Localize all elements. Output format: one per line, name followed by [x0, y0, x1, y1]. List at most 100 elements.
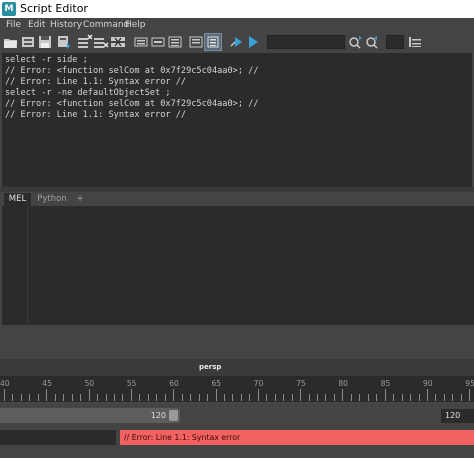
frame-tick-label: 55	[126, 379, 137, 388]
frame-tick	[223, 394, 225, 401]
command-input[interactable]	[0, 430, 116, 445]
playback-end-field[interactable]: 120	[441, 409, 474, 423]
script-input[interactable]	[2, 206, 474, 325]
frame-tick	[20, 394, 22, 401]
range-bar: 120 120	[0, 403, 474, 428]
frame-tick	[207, 394, 209, 401]
frame-tick	[418, 394, 420, 401]
title-bar: M Script Editor	[0, 0, 474, 18]
frame-tick-label: 80	[338, 379, 348, 388]
frame-tick	[300, 389, 302, 401]
frame-tick	[12, 394, 14, 401]
frame-tick	[291, 394, 293, 401]
clear-input-icon[interactable]	[93, 34, 109, 50]
frame-tick	[156, 394, 158, 401]
frame-tick-label: 40	[0, 379, 10, 388]
frame-tick	[317, 394, 319, 401]
font-size-field[interactable]	[386, 35, 404, 49]
history-output-icon[interactable]	[188, 34, 204, 50]
frame-tick	[393, 394, 395, 401]
help-line	[0, 446, 474, 458]
execute-selected-icon[interactable]	[228, 34, 244, 50]
frame-tick	[130, 389, 132, 401]
tab-bar: MEL Python +	[0, 192, 474, 206]
time-slider[interactable]: 40 45 50 55 60 65 70 75 80 85 90 95	[0, 377, 474, 402]
frame-tick-label: 65	[211, 379, 222, 388]
frame-tick	[359, 394, 361, 401]
toolbar	[0, 32, 474, 52]
frame-tick	[367, 394, 369, 401]
tab-python[interactable]: Python	[33, 193, 71, 206]
source-script-icon[interactable]	[20, 34, 36, 50]
frame-tick	[181, 394, 183, 401]
show-stack-trace-icon[interactable]	[167, 34, 183, 50]
frame-tick	[283, 394, 285, 401]
frame-tick	[443, 394, 445, 401]
frame-tick	[427, 389, 428, 401]
frame-tick	[249, 394, 251, 401]
panel-gap	[0, 325, 474, 359]
frame-tick	[257, 389, 259, 401]
frame-tick	[240, 394, 242, 401]
save-script-to-shelf-icon[interactable]	[55, 34, 71, 50]
window-title: Script Editor	[20, 2, 88, 15]
frame-tick	[342, 389, 344, 401]
history-output-icon-active[interactable]	[204, 33, 222, 51]
frame-tick-label: 85	[380, 379, 391, 388]
frame-tick	[384, 389, 386, 401]
echo-all-commands-icon[interactable]	[133, 34, 149, 50]
frame-tick	[350, 394, 352, 401]
show-quick-help-icon[interactable]	[407, 34, 423, 50]
frame-tick	[215, 389, 217, 401]
frame-tick-label: 75	[296, 379, 306, 388]
frame-tick	[105, 394, 107, 401]
frame-tick	[190, 394, 192, 401]
history-line: select -r -ne defaultObjectSet ;	[5, 88, 171, 98]
frame-tick	[29, 394, 31, 401]
history-line: // Error: Line 1.1: Syntax error //	[5, 110, 187, 120]
command-line: // Error: Line 1.1: Syntax error	[0, 428, 474, 446]
frame-tick-label: 70	[253, 379, 264, 388]
clear-all-icon[interactable]	[110, 34, 126, 50]
search-next-icon[interactable]	[347, 34, 363, 50]
menu-command[interactable]: Command	[83, 19, 129, 31]
command-result: // Error: Line 1.1: Syntax error	[120, 430, 474, 445]
frame-tick	[54, 394, 56, 401]
show-line-numbers-icon[interactable]	[150, 34, 166, 50]
viewport-strip[interactable]: persp	[0, 359, 474, 377]
clear-history-icon[interactable]	[77, 34, 93, 50]
add-tab-button[interactable]: +	[73, 193, 87, 206]
tab-mel[interactable]: MEL	[4, 193, 31, 206]
frame-tick	[410, 394, 412, 401]
frame-tick	[97, 394, 99, 401]
execute-all-icon[interactable]	[245, 34, 261, 50]
frame-tick	[401, 394, 403, 401]
search-input[interactable]	[267, 35, 345, 49]
frame-tick-label: 90	[423, 379, 433, 388]
frame-tick	[139, 394, 141, 401]
frame-tick	[333, 394, 335, 401]
frame-tick	[198, 394, 200, 401]
frame-tick	[147, 394, 149, 401]
save-script-icon[interactable]	[37, 34, 53, 50]
frame-tick	[266, 394, 268, 401]
menu-history[interactable]: History	[50, 19, 82, 31]
frame-tick	[435, 394, 437, 401]
frame-tick	[274, 394, 276, 401]
frame-tick	[173, 389, 175, 401]
range-handle[interactable]	[169, 410, 178, 421]
search-prev-icon[interactable]	[364, 34, 380, 50]
frame-tick	[232, 394, 234, 401]
frame-tick-label: 95	[465, 379, 474, 388]
open-script-icon[interactable]	[3, 34, 19, 50]
frame-tick	[376, 394, 378, 401]
frame-tick	[4, 389, 5, 401]
menu-file[interactable]: File	[6, 19, 21, 31]
range-slider[interactable]: 120	[0, 408, 180, 423]
camera-label: persp	[199, 363, 222, 371]
menu-edit[interactable]: Edit	[28, 19, 45, 31]
frame-tick	[71, 394, 73, 401]
menu-help[interactable]: Help	[125, 19, 146, 31]
history-pane[interactable]: select -r side ; // Error: <function sel…	[2, 53, 472, 187]
history-line: // Error: <function selCom at 0x7f29c5c0…	[5, 99, 259, 109]
